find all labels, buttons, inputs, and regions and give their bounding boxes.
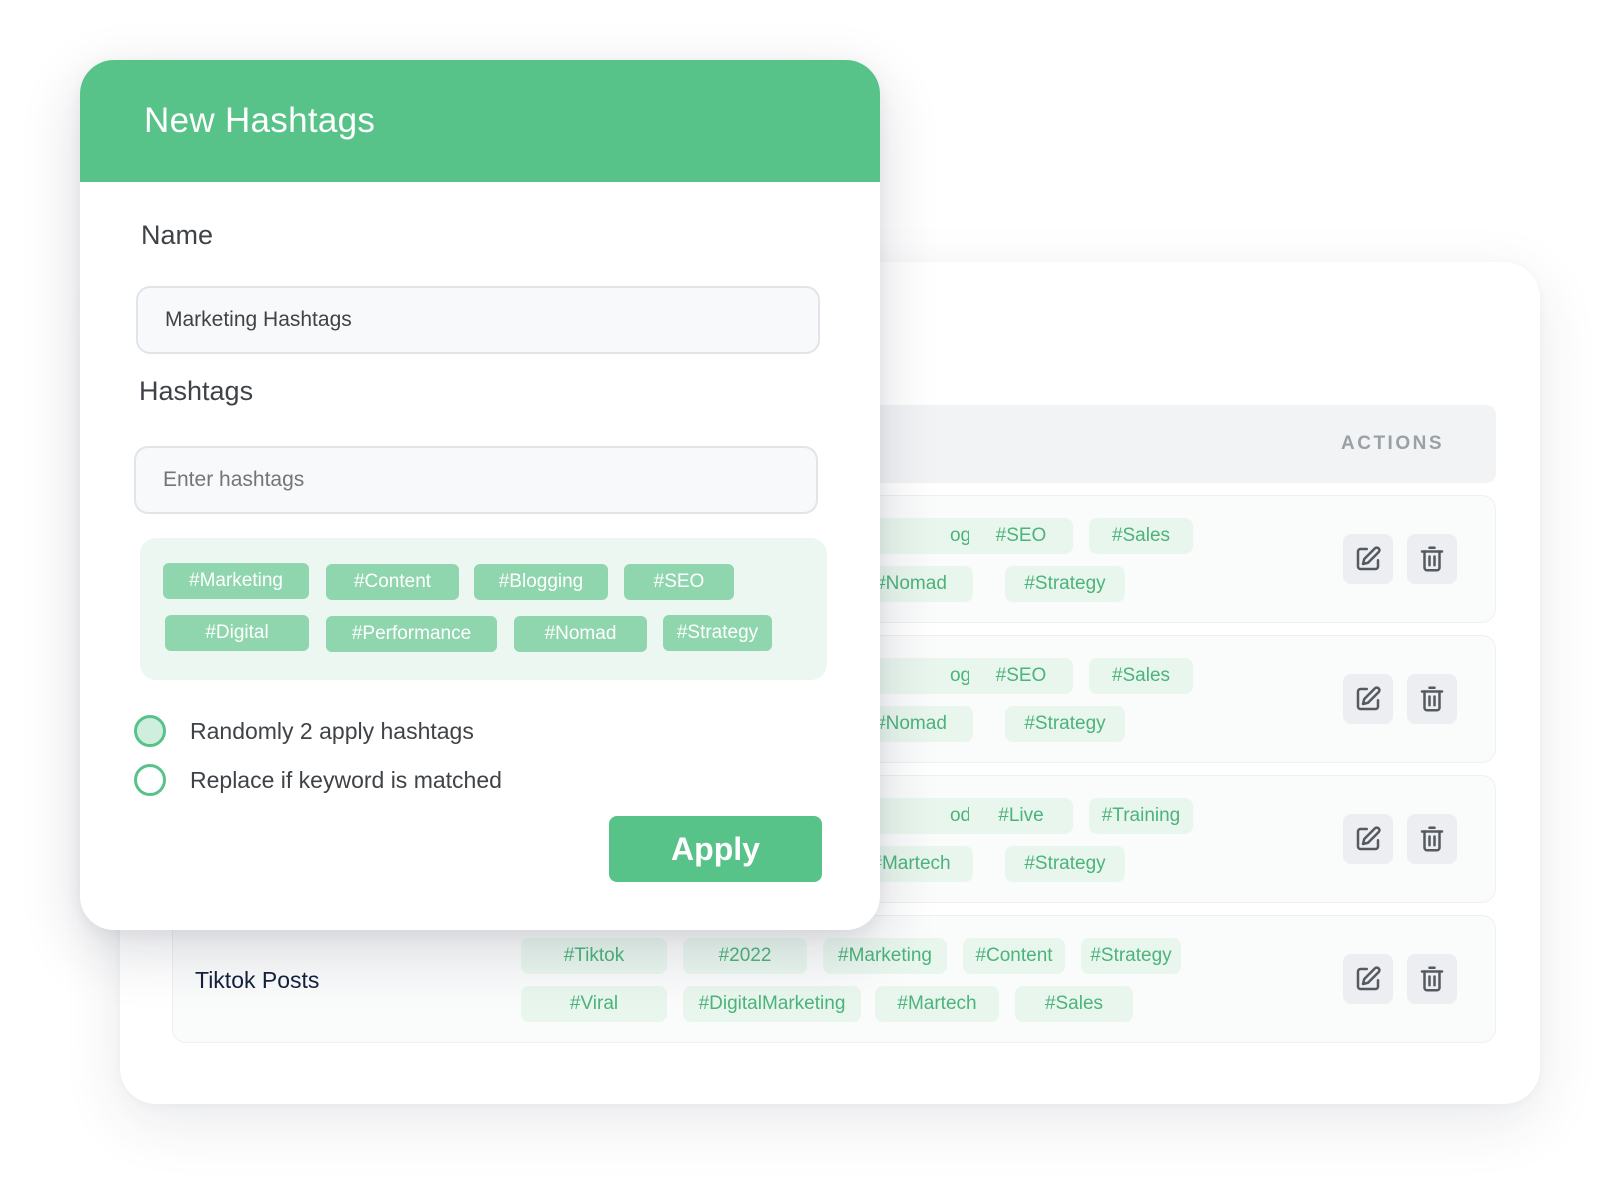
hashtag-chip: #SEO (969, 658, 1073, 694)
random-apply-label: Randomly 2 apply hashtags (190, 718, 474, 744)
hashtag-chip[interactable]: #Content (326, 564, 459, 600)
trash-icon (1420, 546, 1444, 572)
hashtag-chip[interactable]: #Digital (165, 615, 309, 651)
hashtag-chip[interactable]: #SEO (624, 564, 734, 600)
hashtag-chip: #Sales (1089, 658, 1193, 694)
delete-button[interactable] (1407, 954, 1457, 1004)
replace-keyword-label: Replace if keyword is matched (190, 767, 502, 793)
hashtag-chip[interactable]: #Nomad (514, 616, 647, 652)
actions-column-header: ACTIONS (1341, 433, 1444, 454)
replace-keyword-radio[interactable] (134, 764, 166, 796)
name-input[interactable] (136, 286, 820, 354)
edit-button[interactable] (1343, 954, 1393, 1004)
hashtag-chip: #Live (969, 798, 1073, 834)
edit-icon (1356, 546, 1381, 571)
edit-icon (1356, 686, 1381, 711)
new-hashtags-modal: New Hashtags Name Hashtags #Marketing #C… (80, 60, 880, 930)
hashtag-chip: #2022 (683, 938, 807, 974)
hashtag-chip: #Strategy (1005, 706, 1125, 742)
edit-button[interactable] (1343, 814, 1393, 864)
hashtags-input[interactable] (134, 446, 818, 514)
hashtag-chip: #Training (1089, 798, 1193, 834)
row-name: Tiktok Posts (195, 967, 320, 993)
random-apply-radio[interactable] (134, 715, 166, 747)
trash-icon (1420, 966, 1444, 992)
hashtag-chip: #Strategy (1005, 566, 1125, 602)
hashtag-chip[interactable]: #Blogging (474, 564, 608, 600)
hashtag-chip[interactable]: #Performance (326, 616, 497, 652)
hashtag-chip: #Tiktok (521, 938, 667, 974)
hashtag-chip: #SEO (969, 518, 1073, 554)
selected-hashtags: #Marketing #Content #Blogging #SEO #Digi… (140, 538, 827, 680)
edit-icon (1356, 966, 1381, 991)
hashtag-chip: #Marketing (823, 938, 947, 974)
hashtag-chip: #DigitalMarketing (683, 986, 861, 1022)
hashtag-chip: #Martech (875, 986, 999, 1022)
hashtag-chip[interactable]: #Strategy (663, 615, 772, 651)
delete-button[interactable] (1407, 534, 1457, 584)
hashtag-chip: #Content (963, 938, 1065, 974)
edit-button[interactable] (1343, 534, 1393, 584)
hashtag-chip[interactable]: #Marketing (163, 563, 309, 599)
hashtag-chip: #Sales (1089, 518, 1193, 554)
hashtag-chip: #Strategy (1005, 846, 1125, 882)
hashtag-chip: #Viral (521, 986, 667, 1022)
modal-title: New Hashtags (144, 101, 376, 140)
delete-button[interactable] (1407, 674, 1457, 724)
edit-icon (1356, 826, 1381, 851)
hashtag-chip: #Sales (1015, 986, 1133, 1022)
modal-header: New Hashtags (80, 60, 880, 182)
trash-icon (1420, 686, 1444, 712)
apply-button[interactable]: Apply (609, 816, 822, 882)
table-row: Tiktok Posts #Tiktok #2022 #Marketing #C… (172, 915, 1496, 1043)
edit-button[interactable] (1343, 674, 1393, 724)
hashtag-chip: #Strategy (1081, 938, 1181, 974)
delete-button[interactable] (1407, 814, 1457, 864)
name-label: Name (141, 220, 214, 250)
hashtags-label: Hashtags (139, 376, 254, 406)
trash-icon (1420, 826, 1444, 852)
